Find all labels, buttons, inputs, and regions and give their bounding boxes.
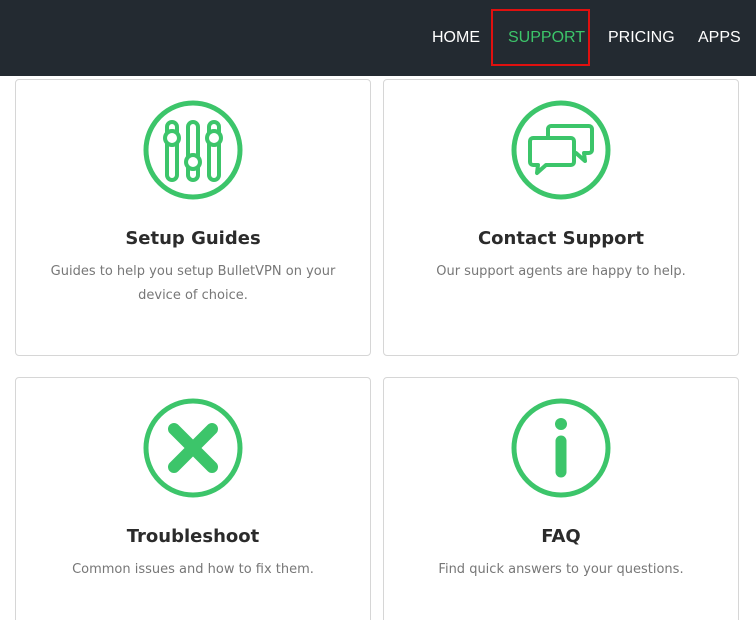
card-description: Our support agents are happy to help. [436,264,686,279]
card-title: Troubleshoot [126,526,260,547]
card-description: Guides to help you setup BulletVPN on yo… [50,264,336,303]
setup-guides-card[interactable]: Setup Guides Guides to help you setup Bu… [15,79,371,356]
faq-card[interactable]: FAQ Find quick answers to your questions… [383,377,739,620]
close-x-icon [143,398,243,498]
sliders-icon [143,100,243,200]
nav-home-link[interactable]: HOME [432,0,480,76]
top-navigation-bar: HOME SUPPORT PRICING APPS [0,0,756,76]
card-title: FAQ [541,526,581,547]
info-icon [511,398,611,498]
card-title: Contact Support [477,228,645,249]
card-title: Setup Guides [125,228,261,249]
chat-bubbles-icon [511,100,611,200]
troubleshoot-card[interactable]: Troubleshoot Common issues and how to fi… [15,377,371,620]
nav-pricing-link[interactable]: PRICING [608,0,675,76]
contact-support-card[interactable]: Contact Support Our support agents are h… [383,79,739,356]
card-description: Common issues and how to fix them. [72,562,314,577]
nav-apps-link[interactable]: APPS [698,0,741,76]
card-description: Find quick answers to your questions. [438,562,684,577]
support-highlight-box [491,9,590,66]
